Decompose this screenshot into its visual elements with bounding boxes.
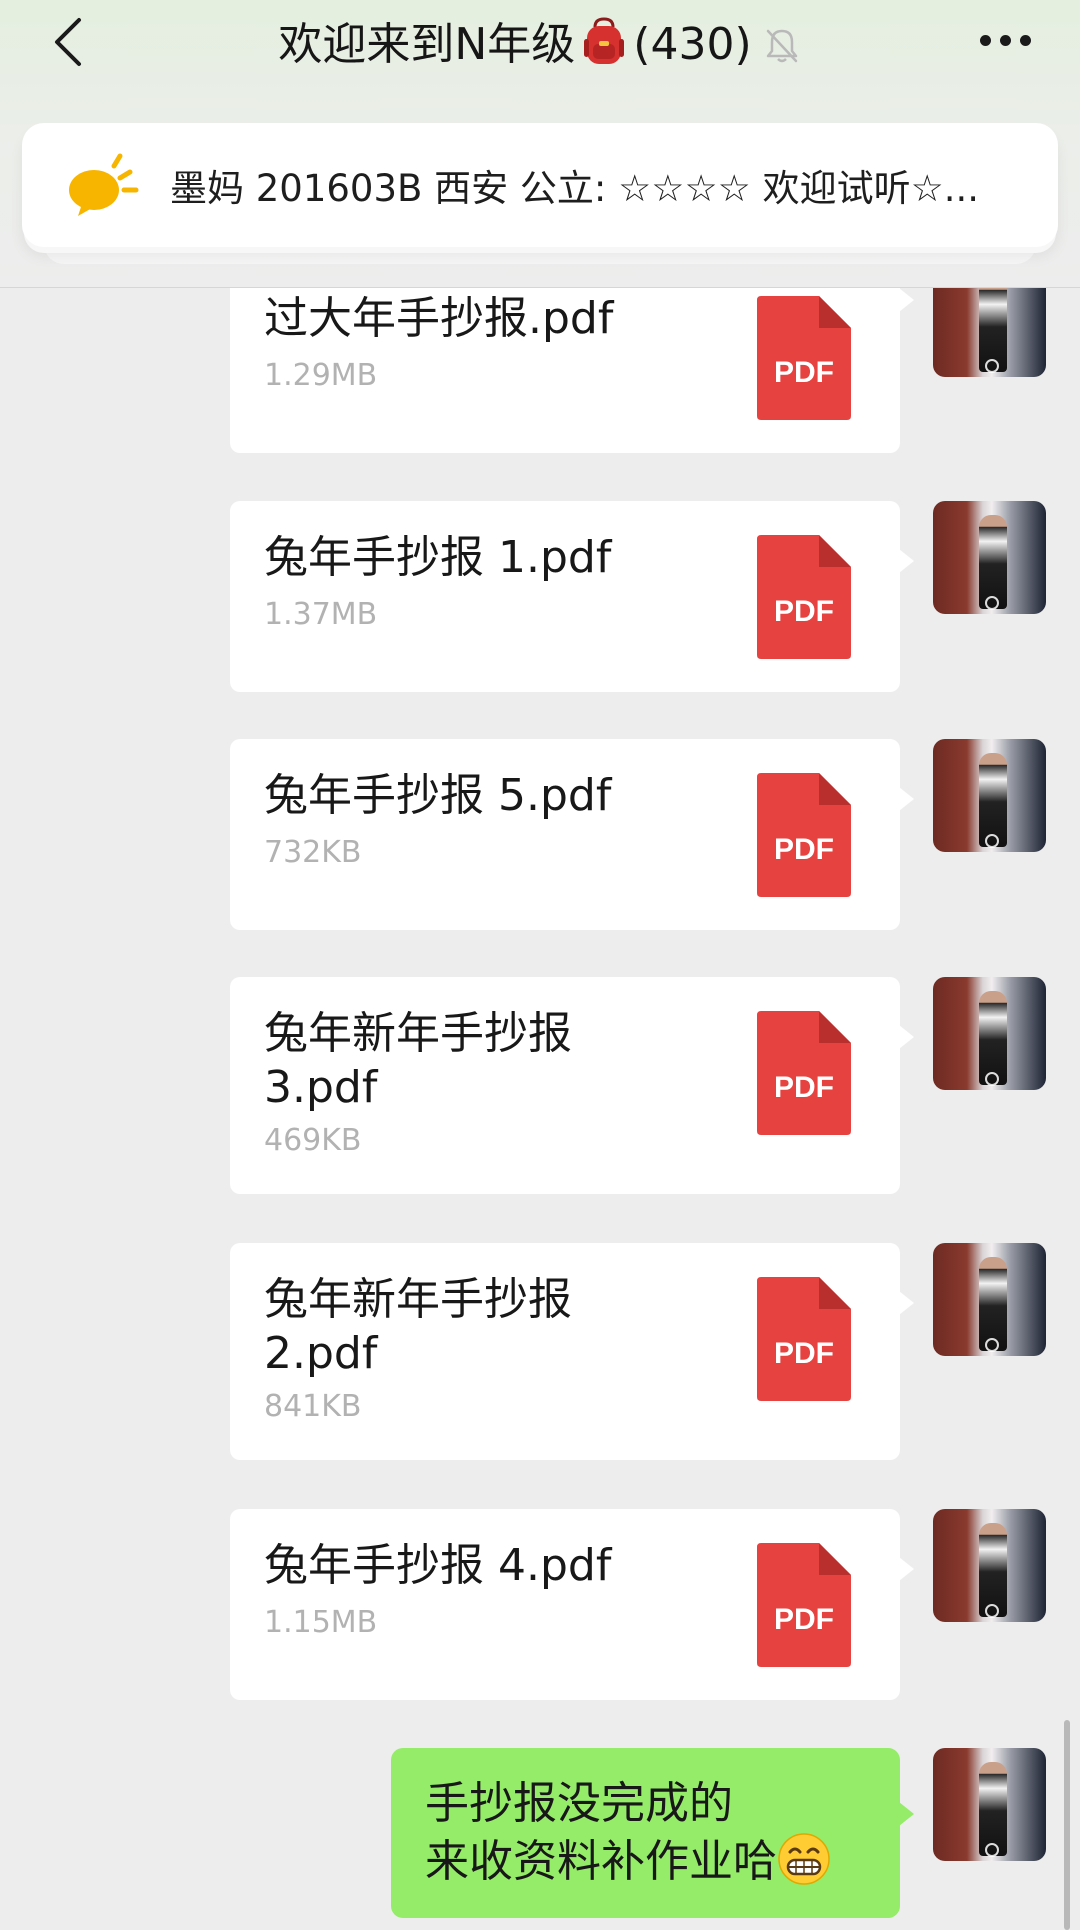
avatar[interactable]	[933, 1509, 1046, 1622]
pdf-label: PDF	[774, 595, 834, 628]
avatar[interactable]	[933, 501, 1046, 614]
avatar-dot	[985, 1072, 999, 1086]
avatar-figure	[979, 278, 1007, 372]
avatar[interactable]	[933, 977, 1046, 1090]
pdf-label: PDF	[774, 356, 834, 389]
scrollbar[interactable]	[1064, 1720, 1070, 1930]
avatar[interactable]	[933, 1243, 1046, 1356]
file-size: 1.15MB	[264, 1605, 378, 1640]
pdf-label: PDF	[774, 1337, 834, 1370]
chat-title: 欢迎来到N年级 (430)	[0, 8, 1080, 72]
grinning-face-icon	[778, 1833, 830, 1885]
file-size: 841KB	[264, 1389, 362, 1424]
avatar-dot	[985, 359, 999, 373]
avatar-figure	[979, 1523, 1007, 1617]
avatar-dot	[985, 1338, 999, 1352]
file-size: 1.29MB	[264, 358, 378, 393]
avatar-dot	[985, 596, 999, 610]
file-name: 兔年新年手抄报 2.pdf	[264, 1274, 572, 1379]
file-message[interactable]: 兔年新年手抄报 3.pdf 469KB PDF	[230, 977, 914, 1194]
pdf-file-icon: PDF	[757, 1011, 851, 1135]
file-size: 732KB	[264, 835, 362, 870]
file-name: 兔年手抄报 4.pdf	[264, 1540, 612, 1591]
pdf-file-icon: PDF	[757, 1277, 851, 1401]
member-count: (430)	[633, 19, 752, 70]
file-name: 兔年手抄报 1.pdf	[264, 532, 612, 583]
file-name: 兔年新年手抄报 3.pdf	[264, 1008, 572, 1113]
pdf-label: PDF	[774, 833, 834, 866]
file-message[interactable]: 兔年手抄报 1.pdf 1.37MB PDF	[230, 501, 914, 692]
avatar-dot	[985, 834, 999, 848]
more-options-button[interactable]	[970, 18, 1040, 62]
avatar-dot	[985, 1843, 999, 1857]
file-name: 兔年手抄报 5.pdf	[264, 770, 612, 821]
avatar[interactable]	[933, 1748, 1046, 1861]
more-dot	[1019, 34, 1031, 46]
file-message[interactable]: 兔年手抄报 5.pdf 732KB PDF	[230, 739, 914, 930]
pdf-label: PDF	[774, 1071, 834, 1104]
text-message[interactable]: 手抄报没完成的 来收资料补作业哈	[391, 1748, 914, 1918]
chat-message-list[interactable]: 过大年手抄报.pdf 1.29MB PDF 兔年手抄报 1.pdf 1.37MB…	[0, 0, 1080, 1930]
page-title: 欢迎来到N年级 (430)	[278, 8, 801, 72]
avatar-figure	[979, 753, 1007, 847]
chat-header: 欢迎来到N年级 (430) 墨妈 201603B 西安 公立: ☆☆☆☆ 欢迎试…	[0, 0, 1080, 288]
message-line: 手抄报没完成的	[425, 1778, 733, 1829]
avatar-figure	[979, 1762, 1007, 1856]
file-size: 469KB	[264, 1123, 362, 1158]
file-message[interactable]: 兔年新年手抄报 2.pdf 841KB PDF	[230, 1243, 914, 1460]
pdf-file-icon: PDF	[757, 535, 851, 659]
message-line-2: 来收资料补作业哈	[425, 1832, 866, 1890]
avatar-figure	[979, 1257, 1007, 1351]
message-line-text: 来收资料补作业哈	[425, 1836, 777, 1887]
more-dot	[979, 34, 991, 46]
pdf-file-icon: PDF	[757, 1543, 851, 1667]
pdf-file-icon: PDF	[757, 773, 851, 897]
avatar-figure	[979, 991, 1007, 1085]
more-dot	[999, 34, 1011, 46]
pdf-file-icon: PDF	[757, 296, 851, 420]
notice-text: 墨妈 201603B 西安 公立: ☆☆☆☆ 欢迎试听☆...	[170, 167, 980, 210]
file-name: 过大年手抄报.pdf	[264, 293, 614, 344]
group-name: 欢迎来到N年级	[278, 19, 576, 70]
group-notice-banner[interactable]: 墨妈 201603B 西安 公立: ☆☆☆☆ 欢迎试听☆...	[22, 123, 1058, 247]
announcement-bulb-icon	[69, 153, 139, 216]
pdf-label: PDF	[774, 1603, 834, 1636]
avatar-figure	[979, 515, 1007, 609]
file-size: 1.37MB	[264, 597, 378, 632]
file-message[interactable]: 兔年手抄报 4.pdf 1.15MB PDF	[230, 1509, 914, 1700]
backpack-icon	[584, 17, 625, 64]
avatar-dot	[985, 1604, 999, 1618]
avatar[interactable]	[933, 739, 1046, 852]
bell-off-icon	[766, 29, 797, 63]
